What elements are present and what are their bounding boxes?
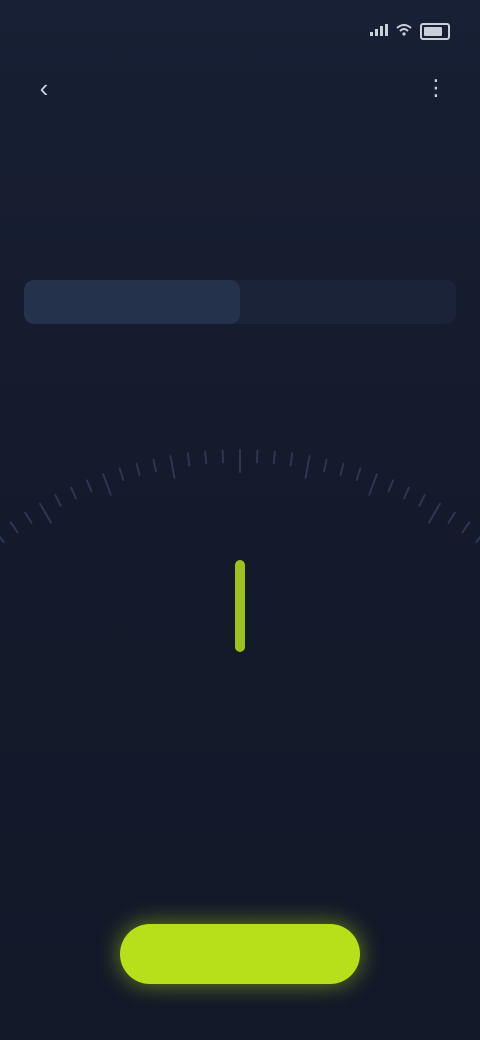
dial-tick xyxy=(39,502,52,524)
menu-button[interactable]: ⋮ xyxy=(418,70,454,106)
intro-section xyxy=(24,144,456,162)
battery-icon xyxy=(420,22,450,40)
signal-icon xyxy=(370,23,388,39)
dial-tick xyxy=(24,511,33,524)
dial-tick xyxy=(428,502,441,524)
dial-tick xyxy=(447,511,456,524)
chevron-left-icon: ‹ xyxy=(39,72,49,103)
dial-tick xyxy=(54,494,62,507)
status-bar xyxy=(0,0,480,60)
dial-value xyxy=(0,450,480,495)
header: ‹ ⋮ xyxy=(0,62,480,110)
dial-tick xyxy=(461,521,471,534)
dial-indicator xyxy=(235,560,245,652)
wifi-icon xyxy=(396,23,412,39)
more-icon: ⋮ xyxy=(425,75,447,100)
back-button[interactable]: ‹ xyxy=(26,70,62,106)
dial-tick xyxy=(475,535,480,544)
dial-tick xyxy=(0,535,5,544)
dial-tick xyxy=(418,494,426,507)
dial-tick xyxy=(9,521,19,534)
status-icons xyxy=(370,20,450,42)
tab-first[interactable] xyxy=(24,280,240,324)
app-screen: ‹ ⋮ xyxy=(0,0,480,1040)
tab-second[interactable] xyxy=(240,280,456,324)
primary-action-button[interactable] xyxy=(120,924,360,984)
segmented-tabs xyxy=(24,280,456,324)
dial-control[interactable] xyxy=(0,400,480,760)
status-time xyxy=(32,18,132,42)
